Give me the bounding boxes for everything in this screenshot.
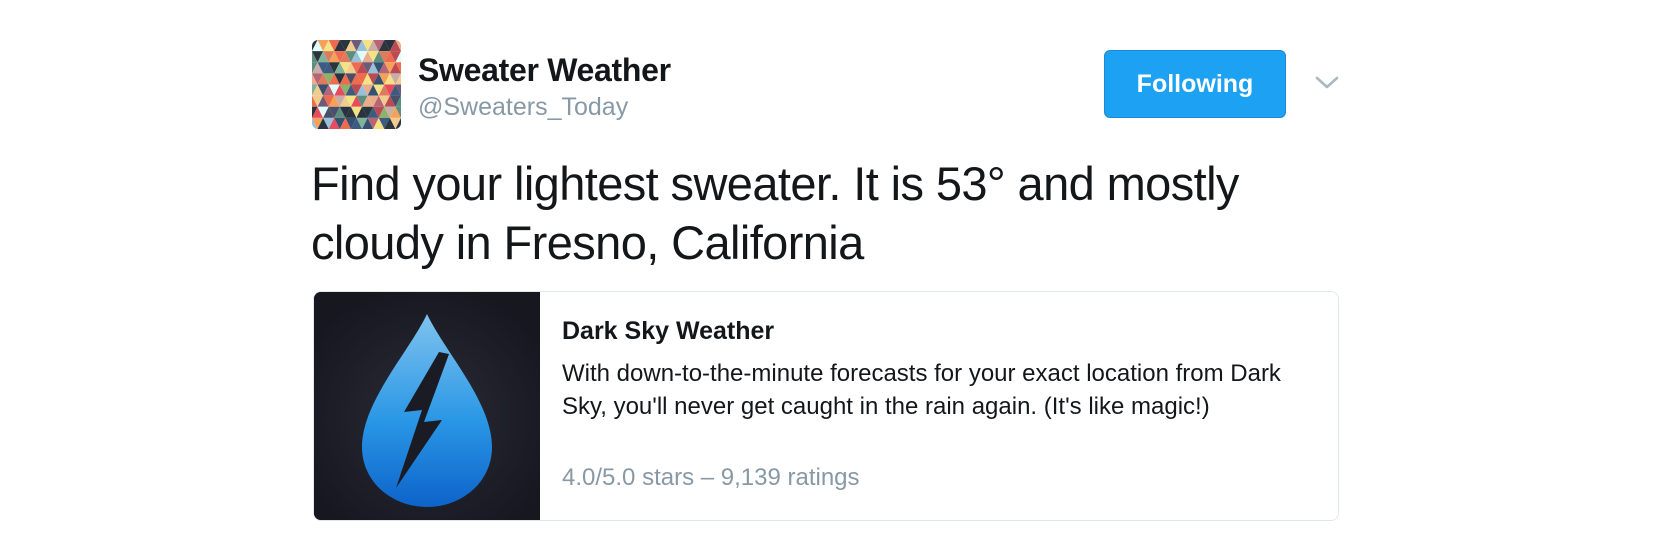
dark-sky-raindrop-lightning-icon	[314, 292, 540, 520]
card-rating: 4.0/5.0 stars – 9,139 ratings	[562, 464, 860, 491]
card-image[interactable]	[314, 292, 540, 520]
card-description: With down-to-the-minute forecasts for yo…	[562, 360, 1281, 420]
card-title[interactable]: Dark Sky Weather	[562, 317, 774, 346]
triangle-mosaic-avatar-icon	[312, 40, 401, 129]
display-name[interactable]: Sweater Weather	[418, 52, 671, 89]
app-card[interactable]: Dark Sky Weather With down-to-the-minute…	[313, 291, 1339, 521]
user-handle[interactable]: @Sweaters_Today	[418, 93, 628, 122]
avatar[interactable]	[312, 40, 401, 129]
following-button[interactable]: Following	[1104, 50, 1286, 118]
tweet-text: Find your lightest sweater. It is 53° an…	[311, 157, 1239, 269]
chevron-down-icon[interactable]	[1314, 70, 1340, 96]
